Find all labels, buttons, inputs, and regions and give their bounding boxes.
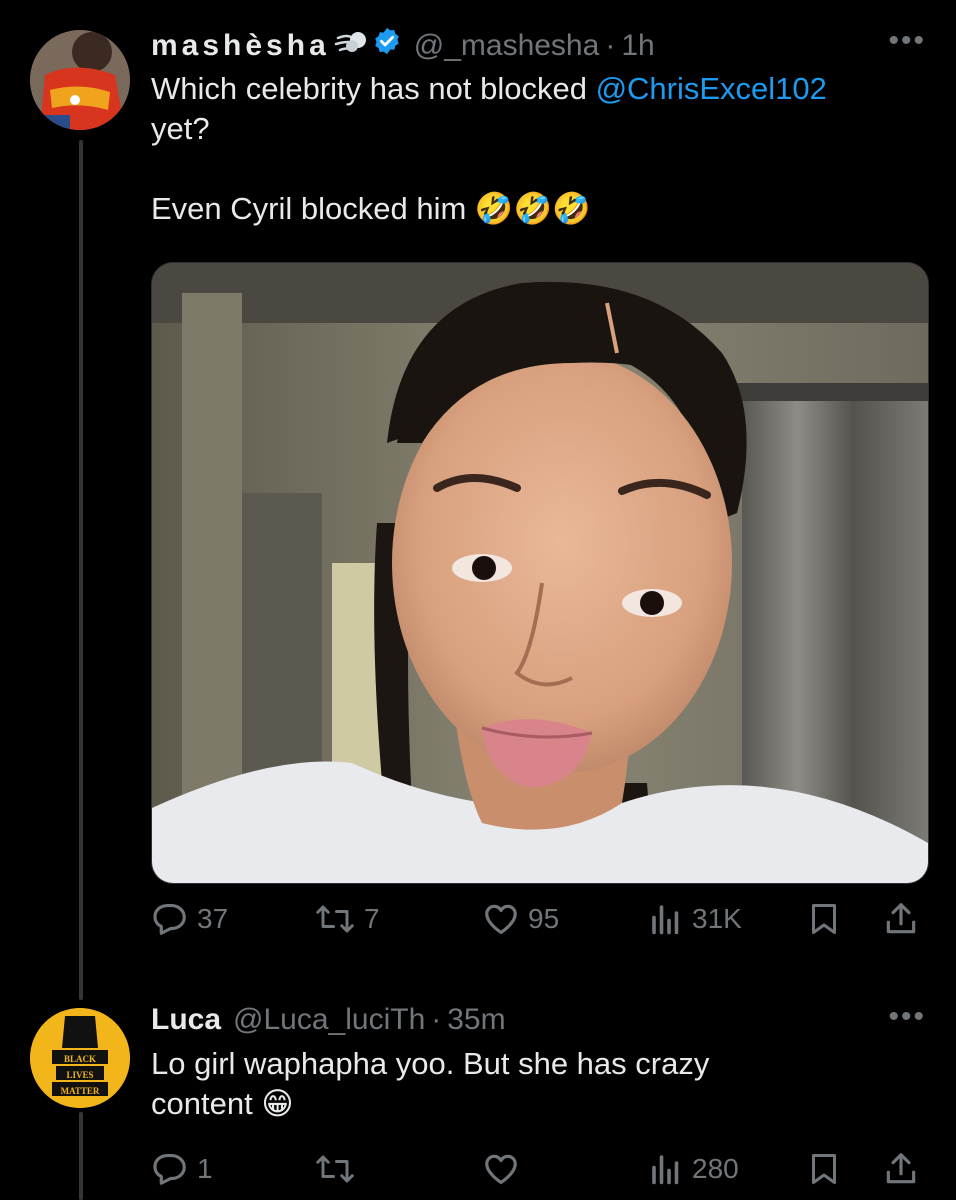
post-text-line: yet?	[151, 111, 210, 146]
avatar-text: BLACK	[63, 1054, 96, 1064]
wind-emoji-icon	[334, 26, 368, 65]
post-text-line: Lo girl waphapha yoo. But she has crazy	[151, 1046, 710, 1081]
share-button[interactable]	[882, 900, 920, 938]
reply-count: 1	[197, 1153, 213, 1184]
repost-count: 7	[364, 903, 380, 934]
repost-icon	[316, 905, 354, 933]
reply-button[interactable]: 1	[151, 1150, 213, 1188]
views-count: 280	[692, 1153, 739, 1184]
selfie-photo-image	[152, 263, 928, 883]
like-button[interactable]	[482, 1150, 520, 1188]
analytics-icon	[652, 1155, 679, 1185]
repost-icon	[316, 1155, 354, 1183]
post-photo[interactable]	[151, 262, 929, 884]
thread-connector	[79, 140, 83, 1000]
avatar-text: LIVES	[66, 1070, 94, 1080]
display-name[interactable]: mashèsha	[151, 28, 330, 64]
share-button[interactable]	[882, 1150, 920, 1188]
more-options-icon[interactable]: •••	[888, 1000, 926, 1034]
reply-post: Luca @Luca_luciTh · 35m ••• Lo girl waph…	[151, 1000, 926, 1124]
bookmark-button[interactable]	[806, 900, 842, 938]
post-actions: 37 7 95 31K	[0, 900, 956, 940]
heart-icon	[485, 1154, 517, 1185]
reply-button[interactable]: 37	[151, 900, 228, 938]
reply-count: 37	[197, 903, 229, 934]
avatar[interactable]: BLACK LIVES MATTER	[30, 1008, 130, 1108]
main-post: mashèsha @_mashesha · 1h ••• Which celeb…	[151, 24, 926, 229]
bookmark-icon	[812, 1154, 836, 1184]
mention-link[interactable]: @ChrisExcel102	[596, 71, 827, 106]
bookmark-button[interactable]	[806, 1150, 842, 1188]
more-options-icon[interactable]: •••	[888, 24, 926, 58]
like-count: 95	[528, 903, 560, 934]
grin-emoji: 😁	[261, 1086, 294, 1121]
reply-icon	[153, 903, 186, 935]
post-header: mashèsha @_mashesha · 1h	[151, 26, 926, 65]
separator-dot: ·	[605, 28, 616, 62]
handle[interactable]: @Luca_luciTh	[233, 1002, 425, 1038]
post-text-line: Even Cyril blocked him	[151, 191, 467, 226]
separator-dot: ·	[431, 1003, 442, 1036]
views-count: 31K	[692, 903, 742, 934]
share-icon	[886, 903, 916, 934]
reply-actions: 1 280	[0, 1150, 956, 1190]
post-header: Luca @Luca_luciTh · 35m	[151, 1002, 926, 1038]
avatar[interactable]	[30, 30, 130, 130]
heart-icon	[485, 904, 517, 935]
bookmark-icon	[812, 904, 836, 934]
views-button[interactable]: 31K	[648, 900, 742, 938]
timestamp[interactable]: 1h	[621, 28, 654, 64]
post-text: Which celebrity has not blocked @ChrisEx…	[151, 69, 926, 229]
reply-icon	[153, 1153, 186, 1185]
handle[interactable]: @_mashesha	[414, 28, 600, 64]
repost-button[interactable]: 7	[314, 900, 380, 938]
rofl-emoji: 🤣🤣🤣	[474, 191, 591, 226]
timestamp[interactable]: 35m	[447, 1002, 505, 1038]
share-icon	[886, 1153, 916, 1184]
repost-button[interactable]	[314, 1150, 356, 1188]
like-button[interactable]: 95	[482, 900, 559, 938]
verified-badge-icon	[372, 26, 402, 65]
post-text-line: Which celebrity has not blocked	[151, 71, 596, 106]
analytics-icon	[652, 905, 679, 935]
post-text: Lo girl waphapha yoo. But she has crazy …	[151, 1044, 926, 1124]
avatar-image	[30, 30, 130, 130]
display-name[interactable]: Luca	[151, 1002, 221, 1038]
post-text-line: content	[151, 1086, 253, 1121]
views-button[interactable]: 280	[648, 1150, 739, 1188]
avatar-text: MATTER	[60, 1086, 100, 1096]
